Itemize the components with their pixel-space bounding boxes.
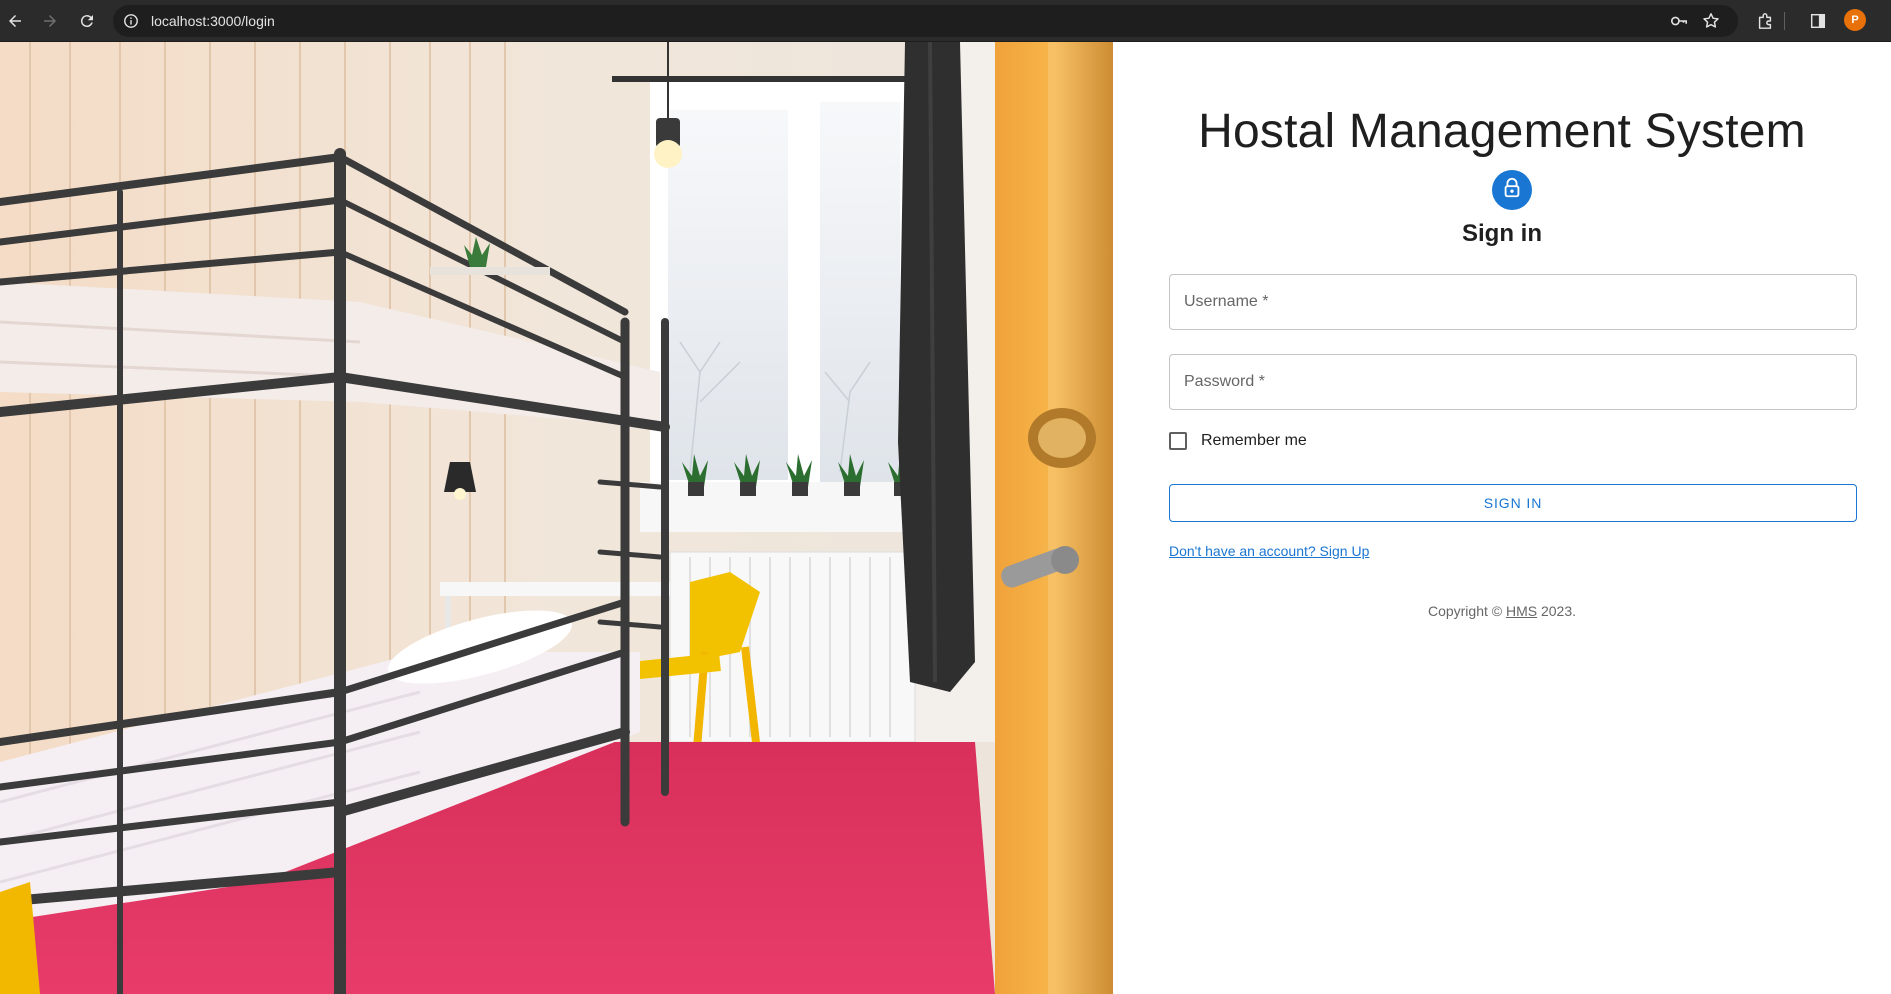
remember-me-row[interactable]: Remember me — [1169, 426, 1307, 456]
remember-me-label[interactable]: Remember me — [1201, 432, 1307, 450]
sign-up-link[interactable]: Don't have an account? Sign Up — [1169, 543, 1369, 559]
hostel-room-photo — [0, 42, 1113, 994]
back-icon[interactable] — [3, 9, 27, 33]
password-key-icon[interactable] — [1670, 12, 1688, 30]
copyright-year: 2023. — [1540, 603, 1577, 619]
lock-avatar — [1492, 170, 1532, 210]
address-bar[interactable]: localhost:3000/login — [113, 5, 1738, 37]
copyright-prefix: Copyright © — [1427, 603, 1503, 619]
profile-avatar[interactable]: P — [1844, 9, 1866, 31]
copyright-text: Copyright © HMS 2023. — [1113, 603, 1891, 619]
bookmark-star-icon[interactable] — [1702, 12, 1720, 30]
copyright-brand-link[interactable]: HMS — [1506, 603, 1537, 619]
password-input[interactable] — [1170, 355, 1856, 409]
remember-me-checkbox[interactable] — [1169, 432, 1187, 450]
login-panel: Hostal Management System Sign in Usernam… — [1113, 42, 1891, 994]
url-text[interactable]: localhost:3000/login — [151, 13, 275, 29]
browser-toolbar: localhost:3000/login P — [0, 0, 1891, 42]
side-panel-icon[interactable] — [1806, 9, 1830, 33]
app-title: Hostal Management System — [1198, 105, 1806, 158]
username-input[interactable] — [1170, 275, 1856, 329]
sign-in-button[interactable]: SIGN IN — [1169, 484, 1857, 522]
password-field[interactable]: Password * — [1169, 354, 1857, 410]
extensions-icon[interactable] — [1753, 9, 1777, 33]
reload-icon[interactable] — [75, 9, 99, 33]
sign-in-heading: Sign in — [1462, 220, 1542, 247]
username-field[interactable]: Username * — [1169, 274, 1857, 330]
toolbar-divider — [1784, 12, 1785, 30]
forward-icon[interactable] — [38, 9, 62, 33]
site-info-icon[interactable] — [122, 12, 140, 30]
lock-icon — [1501, 177, 1523, 204]
